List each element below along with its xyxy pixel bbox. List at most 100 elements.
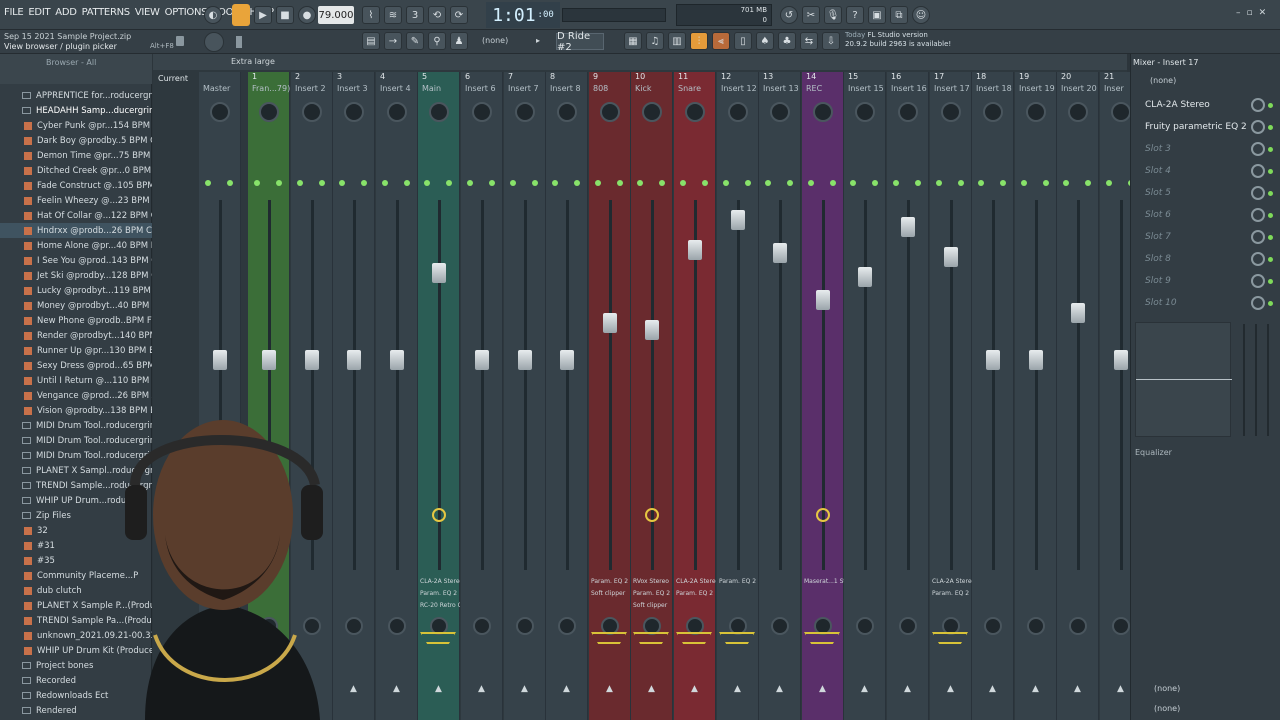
route-arrow-icon[interactable]: ▲ — [478, 684, 485, 694]
route-arrow-icon[interactable]: ▲ — [1074, 684, 1081, 694]
stereo-knob[interactable] — [516, 617, 534, 635]
slot-mix-knob[interactable] — [1251, 120, 1265, 134]
route-arrow-icon[interactable]: ▲ — [819, 684, 826, 694]
strip-name[interactable]: 808 — [593, 84, 631, 93]
pencil-icon[interactable]: ✎ — [406, 32, 424, 50]
fx-led[interactable] — [276, 180, 282, 186]
strip-name[interactable]: REC — [806, 84, 844, 93]
effect-slot[interactable]: Slot 8 — [1133, 249, 1275, 269]
volume-fader[interactable] — [432, 263, 446, 284]
pan-knob[interactable] — [813, 102, 833, 122]
slot-enable-led[interactable] — [1268, 191, 1273, 196]
fx-led[interactable] — [574, 180, 580, 186]
link-icon[interactable]: ⚲ — [428, 32, 446, 50]
menu-item-add[interactable]: ADD — [55, 7, 77, 18]
stop-icon[interactable]: ■ — [276, 6, 294, 24]
stereo-knob[interactable] — [345, 617, 363, 635]
volume-fader[interactable] — [603, 313, 617, 334]
metronome-icon[interactable]: ◐ — [204, 6, 222, 24]
mixer-strip[interactable]: 16 Insert 16 ▲ — [887, 72, 929, 720]
strip-name[interactable]: Fran...79)_2 — [252, 84, 290, 93]
song-position-display[interactable]: 1:01:00 — [486, 2, 560, 28]
snap-icon[interactable]: ⌇ — [362, 6, 380, 24]
menu-item-options[interactable]: OPTIONS — [165, 7, 208, 18]
send-route-icon[interactable] — [591, 632, 627, 644]
strip-name[interactable]: Insert 18 — [976, 84, 1014, 93]
browser-file[interactable]: Dark Boy @prodby..5 BPM C# Min — [0, 133, 152, 148]
count-in-icon[interactable]: 3 — [406, 6, 424, 24]
mute-led[interactable] — [339, 180, 345, 186]
menu-item-patterns[interactable]: PATTERNS — [82, 7, 131, 18]
mute-led[interactable] — [765, 180, 771, 186]
plugin-picker-icon[interactable]: ♠ — [756, 32, 774, 50]
volume-fader[interactable] — [262, 349, 276, 370]
mute-led[interactable] — [552, 180, 558, 186]
menu-item-view[interactable]: VIEW — [135, 7, 160, 18]
slot-enable-led[interactable] — [1268, 213, 1273, 218]
mute-led[interactable] — [595, 180, 601, 186]
fx-led[interactable] — [489, 180, 495, 186]
route-arrow-icon[interactable]: ▲ — [606, 684, 613, 694]
pan-knob[interactable] — [387, 102, 407, 122]
mute-led[interactable] — [1021, 180, 1027, 186]
effect-slot[interactable]: Slot 5 — [1133, 183, 1275, 203]
strip-name[interactable]: Snare — [678, 84, 716, 93]
mixer-strip[interactable]: 11 Snare ▲ CLA-2A Stereo Param. EQ 2 — [674, 72, 716, 720]
pan-knob[interactable] — [642, 102, 662, 122]
browser-file[interactable]: Runner Up @pr...130 BPM E Min — [0, 343, 152, 358]
record-icon[interactable]: ● — [298, 6, 316, 24]
send-route-icon[interactable] — [719, 632, 755, 644]
midi-icon[interactable]: ⇆ — [800, 32, 818, 50]
route-arrow-icon[interactable]: ▲ — [1117, 684, 1124, 694]
pan-knob[interactable] — [515, 102, 535, 122]
pan-knob[interactable] — [1111, 102, 1131, 122]
tempo-display[interactable]: 79.000 — [318, 6, 354, 24]
pan-knob[interactable] — [1068, 102, 1088, 122]
route-arrow-icon[interactable]: ▲ — [521, 684, 528, 694]
menu-item-file[interactable]: FILE — [4, 7, 24, 18]
mute-led[interactable] — [254, 180, 260, 186]
browser-file[interactable]: Ditched Creek @pr...0 BPM Ab Min — [0, 163, 152, 178]
pan-knob[interactable] — [941, 102, 961, 122]
pattern-song-toggle[interactable] — [232, 4, 250, 26]
browser-file[interactable]: Money @prodbyt...40 BPM Eb Min — [0, 298, 152, 313]
blend-notes-icon[interactable]: ⟳ — [450, 6, 468, 24]
route-arrow-icon[interactable]: ▲ — [776, 684, 783, 694]
strip-name[interactable]: Insert 17 — [934, 84, 972, 93]
slot-mix-knob[interactable] — [1251, 98, 1265, 112]
fx-led[interactable] — [787, 180, 793, 186]
slot-mix-knob[interactable] — [1251, 296, 1265, 310]
step-edit-icon[interactable]: ≋ — [384, 6, 402, 24]
pan-knob[interactable] — [472, 102, 492, 122]
volume-fader[interactable] — [390, 349, 404, 370]
piano-roll-icon[interactable]: ▤ — [362, 32, 380, 50]
slot-mix-knob[interactable] — [1251, 230, 1265, 244]
browser-file[interactable]: Lucky @prodbyt...119 BPM G Min — [0, 283, 152, 298]
volume-fader[interactable] — [944, 246, 958, 267]
route-arrow-icon[interactable]: ▲ — [1032, 684, 1039, 694]
mute-led[interactable] — [637, 180, 643, 186]
cut-icon[interactable]: ✂ — [802, 6, 820, 24]
strip-name[interactable]: Main — [422, 84, 460, 93]
fx-led[interactable] — [872, 180, 878, 186]
stereo-knob[interactable] — [1112, 617, 1130, 635]
effect-slot[interactable]: Slot 6 — [1133, 205, 1275, 225]
volume-fader[interactable] — [645, 319, 659, 340]
browser-folder[interactable]: HEADAHH Samp...ducergrind) — [0, 103, 152, 118]
pan-knob[interactable] — [210, 102, 230, 122]
browser-toggle-icon[interactable]: ⫷ — [712, 32, 730, 50]
fx-led[interactable] — [404, 180, 410, 186]
render-icon[interactable]: ⧉ — [890, 6, 908, 24]
main-volume-handle[interactable] — [236, 36, 242, 48]
mute-led[interactable] — [297, 180, 303, 186]
route-arrow-icon[interactable]: ▲ — [989, 684, 996, 694]
strip-name[interactable]: Insert 7 — [508, 84, 546, 93]
output-select-2[interactable]: (none) — [1154, 704, 1180, 713]
download-icon[interactable]: ⇩ — [822, 32, 840, 50]
mixer-strip[interactable]: 6 Insert 6 ▲ — [461, 72, 503, 720]
strip-name[interactable]: Master — [203, 84, 241, 93]
send-route-icon[interactable] — [932, 632, 968, 644]
route-arrow-icon[interactable]: ▲ — [947, 684, 954, 694]
volume-fader[interactable] — [305, 349, 319, 370]
browser-file[interactable]: Render @prodbyt...140 BPM E Min — [0, 328, 152, 343]
